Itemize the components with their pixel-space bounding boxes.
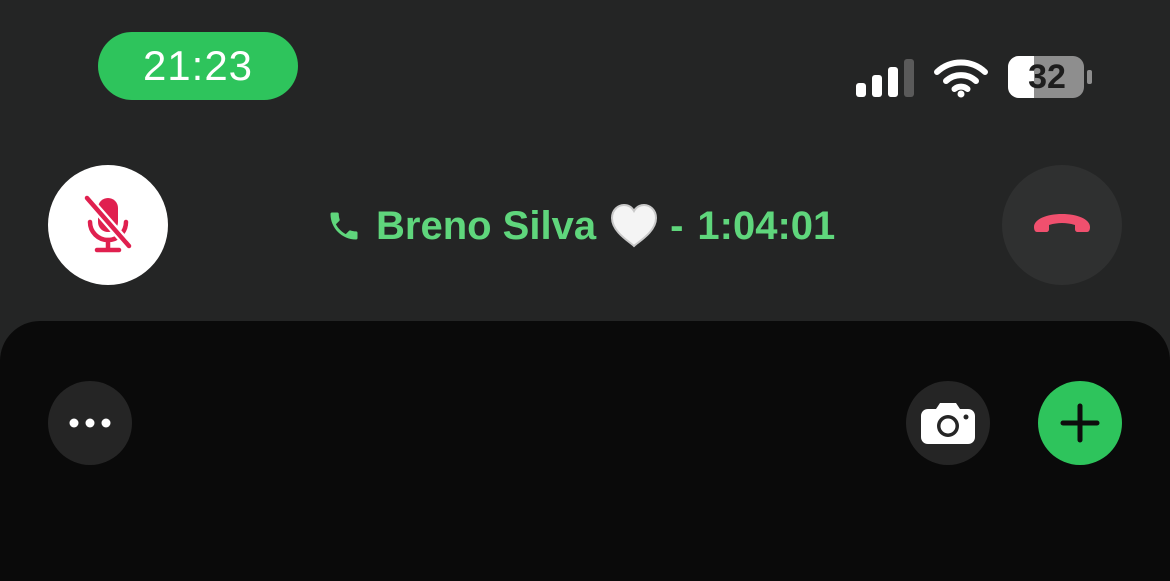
contact-name: Breno Silva: [376, 203, 597, 248]
phone-down-icon: [1034, 214, 1090, 232]
status-bar: 21:23 32: [0, 0, 1170, 130]
mute-button[interactable]: [48, 165, 168, 285]
status-time: 21:23: [142, 42, 254, 89]
status-time-pill[interactable]: 21:23: [98, 32, 298, 100]
call-duration: 1:04:01: [697, 203, 836, 248]
more-options-button[interactable]: [48, 381, 132, 465]
plus-icon: [1060, 403, 1100, 443]
camera-button[interactable]: [906, 381, 990, 465]
end-call-button[interactable]: [1002, 165, 1122, 285]
add-participant-button[interactable]: [1038, 381, 1122, 465]
wifi-icon: [934, 59, 988, 98]
phone-icon: [330, 212, 358, 240]
call-bar: Breno Silva - 1:04:01: [0, 160, 1170, 290]
signal-icon: [856, 59, 914, 97]
battery-level: 32: [1028, 57, 1066, 96]
controls-panel: [0, 321, 1170, 581]
white-heart-icon: [611, 204, 658, 248]
call-info[interactable]: Breno Silva - 1:04:01: [326, 198, 835, 254]
call-separator: -: [670, 203, 684, 248]
ellipsis-icon: [69, 418, 111, 428]
mic-slash-icon: [82, 194, 134, 253]
camera-icon: [921, 403, 975, 444]
